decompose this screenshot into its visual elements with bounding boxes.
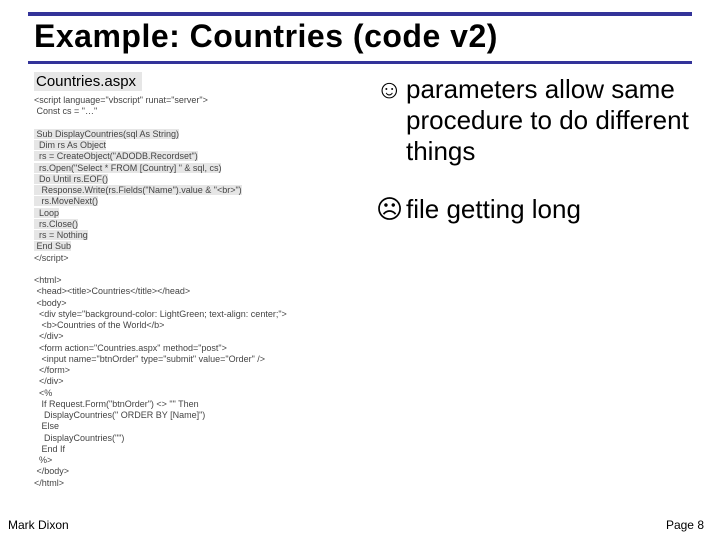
- code-line: </form>: [34, 365, 70, 375]
- code-line: <body>: [34, 298, 67, 308]
- slide: Example: Countries (code v2) Countries.a…: [0, 0, 720, 540]
- code-line: </div>: [34, 331, 64, 341]
- bottom-rule: [28, 61, 692, 64]
- footer-author: Mark Dixon: [8, 518, 69, 532]
- code-line: <html>: [34, 275, 62, 285]
- code-line-highlight: Sub DisplayCountries(sql As String): [34, 129, 179, 139]
- code-line: <input name="btnOrder" type="submit" val…: [34, 354, 265, 364]
- code-block: <script language="vbscript" runat="serve…: [28, 95, 358, 489]
- code-line: </html>: [34, 478, 64, 488]
- bullet-text: file getting long: [406, 194, 692, 225]
- code-line-highlight: End Sub: [34, 241, 71, 251]
- code-line: DisplayCountries(""): [34, 433, 124, 443]
- code-line: <script language="vbscript" runat="serve…: [34, 95, 208, 105]
- code-line: </div>: [34, 376, 64, 386]
- smile-icon: ☺: [376, 74, 406, 105]
- code-line: <form action="Countries.aspx" method="po…: [34, 343, 227, 353]
- top-rule: [28, 12, 692, 16]
- code-line: <%: [34, 388, 52, 398]
- code-line: Const cs = "…": [34, 106, 97, 116]
- code-line: DisplayCountries(" ORDER BY [Name]"): [34, 410, 205, 420]
- left-column: Countries.aspx <script language="vbscrip…: [28, 72, 358, 489]
- frown-icon: ☹: [376, 194, 406, 225]
- code-line: If Request.Form("btnOrder") <> "" Then: [34, 399, 199, 409]
- filename-label: Countries.aspx: [34, 72, 142, 91]
- code-line: <div style="background-color: LightGreen…: [34, 309, 287, 319]
- code-line: End If: [34, 444, 65, 454]
- code-line-highlight: Loop: [34, 208, 59, 218]
- code-line: %>: [34, 455, 52, 465]
- code-line: <head><title>Countries</title></head>: [34, 286, 190, 296]
- code-line-highlight: rs.Open("Select * FROM [Country] " & sql…: [34, 163, 221, 173]
- bullet-positive: ☺ parameters allow same procedure to do …: [376, 74, 692, 168]
- code-line-highlight: rs.Close(): [34, 219, 78, 229]
- code-line: Else: [34, 421, 59, 431]
- code-line: <b>Countries of the World</b>: [34, 320, 164, 330]
- right-column: ☺ parameters allow same procedure to do …: [376, 72, 692, 489]
- code-line: </script>: [34, 253, 69, 263]
- content-row: Countries.aspx <script language="vbscrip…: [28, 72, 692, 489]
- code-line-highlight: Do Until rs.EOF(): [34, 174, 108, 184]
- footer-page: Page 8: [666, 518, 704, 532]
- page-title: Example: Countries (code v2): [34, 18, 692, 55]
- bullet-text: parameters allow same procedure to do di…: [406, 74, 692, 168]
- code-line-highlight: rs = CreateObject("ADODB.Recordset"): [34, 151, 198, 161]
- code-line: </body>: [34, 466, 69, 476]
- bullet-negative: ☹ file getting long: [376, 194, 692, 225]
- code-line-highlight: Response.Write(rs.Fields("Name").value &…: [34, 185, 242, 195]
- code-line-highlight: rs.MoveNext(): [34, 196, 98, 206]
- code-line-highlight: rs = Nothing: [34, 230, 88, 240]
- code-line-highlight: Dim rs As Object: [34, 140, 106, 150]
